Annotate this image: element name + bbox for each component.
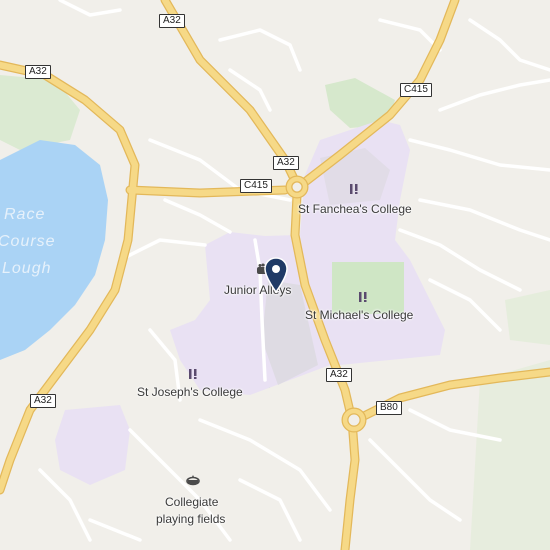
- stadium-icon[interactable]: [186, 474, 200, 486]
- park-area: [470, 360, 550, 550]
- road-shield-a32: A32: [326, 368, 352, 382]
- road-shield-a32: A32: [273, 156, 299, 170]
- lake-label-line3: Lough: [2, 260, 52, 277]
- road-shield-b80: B80: [376, 401, 402, 415]
- location-pin-icon[interactable]: [264, 257, 288, 293]
- sports-pitch: [332, 262, 404, 314]
- road-shield-a32: A32: [30, 394, 56, 408]
- lake-label-line1: Race: [4, 206, 46, 223]
- poi-label-collegiate-line2[interactable]: playing fields: [156, 512, 225, 526]
- poi-label-st-joseph[interactable]: St Joseph's College: [137, 385, 243, 399]
- poi-label-collegiate-line1[interactable]: Collegiate: [165, 495, 218, 509]
- school-icon[interactable]: [187, 368, 199, 380]
- road-shield-a32: A32: [25, 65, 51, 79]
- map-view[interactable]: Race Course Lough A32 A32 C415 A32 C415 …: [0, 0, 550, 550]
- school-icon[interactable]: [348, 183, 360, 195]
- road-shield-a32: A32: [159, 14, 185, 28]
- school-icon[interactable]: [357, 291, 369, 303]
- road-shield-c415: C415: [240, 179, 272, 193]
- poi-label-st-michael[interactable]: St Michael's College: [305, 308, 413, 322]
- road-shield-c415: C415: [400, 83, 432, 97]
- lake-label-line2: Course: [0, 233, 56, 250]
- poi-label-st-fanchea[interactable]: St Fanchea's College: [298, 202, 412, 216]
